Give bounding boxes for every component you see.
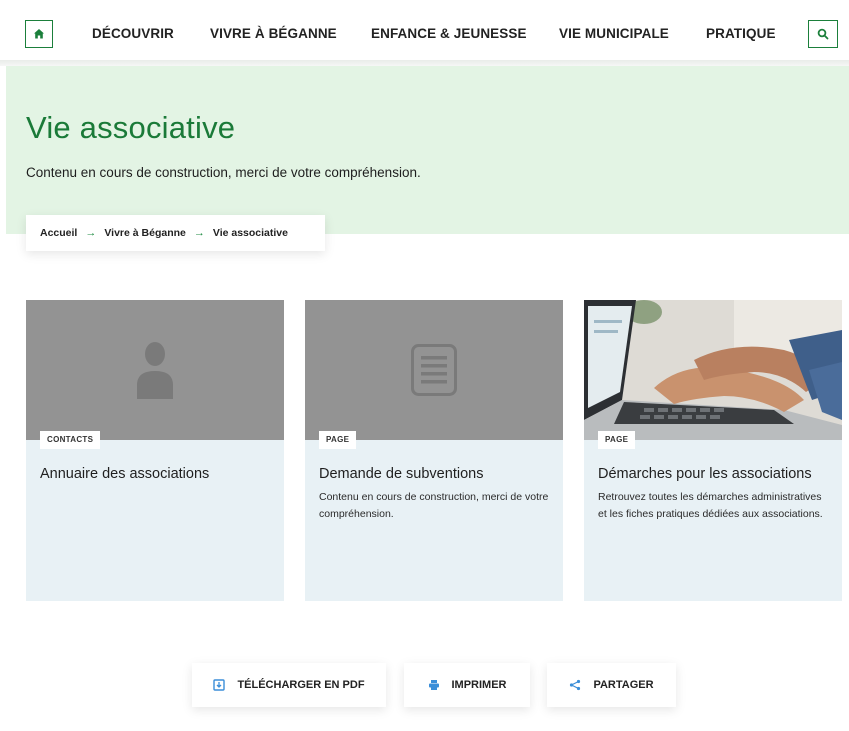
download-pdf-label: TÉLÉCHARGER EN PDF [237, 679, 365, 691]
breadcrumb: Accueil → Vivre à Béganne → Vie associat… [26, 215, 325, 251]
card-tag: PAGE [319, 431, 357, 449]
share-button[interactable]: PARTAGER [547, 663, 676, 707]
nav-item-decouvrir[interactable]: DÉCOUVRIR [92, 26, 174, 41]
share-icon [570, 679, 581, 691]
breadcrumb-arrow-icon: → [85, 227, 97, 239]
breadcrumb-arrow-icon: → [193, 227, 205, 239]
card-description: Contenu en cours de construction, merci … [319, 491, 549, 520]
home-icon [34, 29, 44, 39]
card-media-placeholder [305, 300, 563, 440]
download-pdf-icon [213, 679, 226, 691]
card-annuaire[interactable]: CONTACTS Annuaire des associations [26, 300, 284, 601]
nav-item-enfance-jeunesse[interactable]: ENFANCE & JEUNESSE [371, 26, 527, 41]
laptop-typing-photo [584, 300, 842, 440]
search-icon [817, 28, 829, 40]
card-tag: CONTACTS [40, 431, 101, 449]
card-title[interactable]: Demande de subventions [319, 466, 483, 482]
nav-item-vivre-a-beganne[interactable]: VIVRE À BÉGANNE [210, 26, 337, 41]
breadcrumb-item-vivre-a-beganne[interactable]: Vivre à Béganne [104, 227, 186, 239]
nav-item-pratique[interactable]: PRATIQUE [706, 26, 776, 41]
card-title[interactable]: Annuaire des associations [40, 466, 209, 482]
home-button[interactable] [25, 20, 53, 48]
card-demarches[interactable]: PAGE Démarches pour les associations Ret… [584, 300, 842, 601]
card-media-placeholder [26, 300, 284, 440]
search-button[interactable] [808, 20, 838, 48]
card-subventions[interactable]: PAGE Demande de subventions Contenu en c… [305, 300, 563, 601]
print-label: IMPRIMER [451, 679, 507, 691]
card-tag: PAGE [598, 431, 636, 449]
hero-banner [6, 66, 849, 234]
card-title[interactable]: Démarches pour les associations [598, 466, 812, 482]
nav-item-vie-municipale[interactable]: VIE MUNICIPALE [559, 26, 669, 41]
share-label: PARTAGER [593, 679, 654, 691]
person-icon [137, 342, 173, 399]
photo-illustration [584, 300, 842, 440]
download-pdf-button[interactable]: TÉLÉCHARGER EN PDF [192, 663, 386, 707]
printer-icon [428, 680, 439, 690]
breadcrumb-item-accueil[interactable]: Accueil [40, 227, 77, 239]
site-header: DÉCOUVRIR VIVRE À BÉGANNE ENFANCE & JEUN… [0, 0, 849, 66]
breadcrumb-item-current: Vie associative [212, 227, 288, 239]
page-title: Vie associative [26, 110, 236, 145]
document-icon [411, 344, 457, 396]
page-subtitle: Contenu en cours de construction, merci … [26, 165, 421, 180]
print-button[interactable]: IMPRIMER [404, 663, 530, 707]
card-description: Retrouvez toutes les démarches administr… [598, 491, 823, 520]
